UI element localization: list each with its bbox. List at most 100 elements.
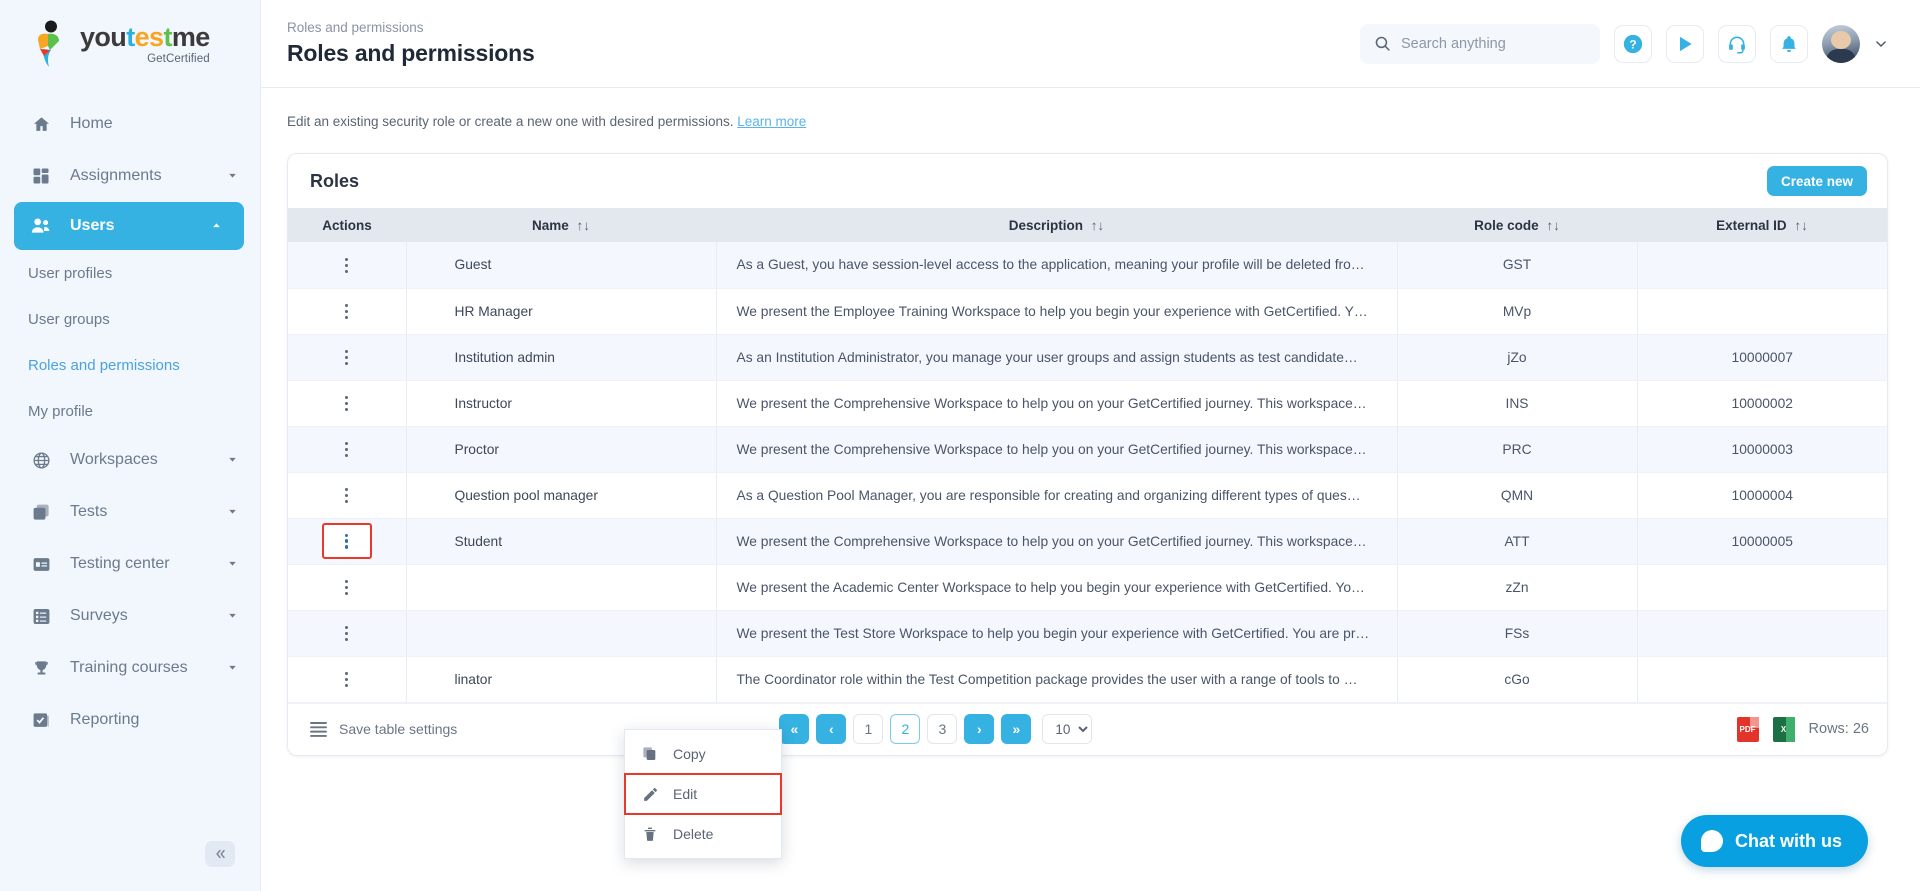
sidebar-item-reporting[interactable]: Reporting bbox=[0, 694, 260, 746]
sidebar-item-assignments[interactable]: Assignments bbox=[0, 150, 260, 202]
context-menu-item-edit[interactable]: Edit bbox=[624, 773, 782, 815]
sidebar-item-label: Workspaces bbox=[70, 451, 158, 468]
headset-icon[interactable] bbox=[1718, 24, 1756, 63]
context-menu-item-copy[interactable]: Copy bbox=[625, 734, 781, 774]
create-new-button[interactable]: Create new bbox=[1766, 166, 1867, 196]
column-header-role-code[interactable]: Role code ↑↓ bbox=[1397, 208, 1637, 242]
column-header-description[interactable]: Description ↑↓ bbox=[716, 208, 1397, 242]
cell-name: Instructor bbox=[405, 380, 716, 427]
assignments-icon bbox=[28, 165, 54, 187]
cell-name: Student bbox=[405, 518, 716, 565]
sidebar-item-tests[interactable]: Tests bbox=[0, 486, 260, 538]
sort-icon[interactable]: ↑↓ bbox=[577, 218, 591, 233]
help-icon[interactable]: ? bbox=[1614, 24, 1652, 63]
top-bar: Roles and permissions Roles and permissi… bbox=[260, 0, 1920, 88]
sidebar-item-roles-and-permissions[interactable]: Roles and permissions bbox=[0, 342, 260, 388]
search-box[interactable] bbox=[1360, 23, 1600, 64]
chevron-down-icon[interactable] bbox=[226, 453, 240, 467]
table-row[interactable]: Guest As a Guest, you have session-level… bbox=[288, 242, 1887, 289]
search-input[interactable] bbox=[1401, 35, 1586, 52]
chevron-down-icon[interactable] bbox=[226, 661, 240, 675]
play-icon[interactable] bbox=[1666, 24, 1704, 63]
sidebar-item-user-groups[interactable]: User groups bbox=[0, 296, 260, 342]
table-row[interactable]: HR Manager We present the Employee Train… bbox=[288, 288, 1887, 335]
bell-icon[interactable] bbox=[1770, 24, 1808, 63]
cell-role-code: QMN bbox=[1396, 472, 1637, 519]
chevron-down-icon[interactable] bbox=[1874, 37, 1888, 51]
pagination-page-3[interactable]: 3 bbox=[927, 714, 958, 744]
cell-description: We present the Comprehensive Workspace t… bbox=[715, 518, 1397, 565]
table-row[interactable]: We present the Academic Center Workspace… bbox=[288, 564, 1887, 611]
row-actions-menu-icon[interactable] bbox=[334, 573, 360, 603]
chevron-down-icon[interactable] bbox=[226, 609, 240, 623]
sidebar-item-label: Assignments bbox=[70, 167, 162, 184]
cell-name: Institution admin bbox=[405, 334, 716, 381]
pagination-page-2[interactable]: 2 bbox=[890, 714, 921, 744]
chat-with-us-button[interactable]: Chat with us bbox=[1681, 815, 1868, 867]
sidebar-item-training-courses[interactable]: Training courses bbox=[0, 642, 260, 694]
row-actions-cell bbox=[288, 518, 406, 565]
cell-name: linator bbox=[405, 656, 716, 703]
sort-icon[interactable]: ↑↓ bbox=[1794, 218, 1808, 233]
chat-bubble-icon bbox=[1701, 830, 1723, 852]
sort-icon[interactable]: ↑↓ bbox=[1546, 218, 1560, 233]
sidebar-collapse-button[interactable] bbox=[205, 841, 235, 867]
context-menu-item-delete[interactable]: Delete bbox=[625, 814, 781, 854]
table-row[interactable]: linator The Coordinator role within the … bbox=[288, 656, 1887, 703]
row-actions-menu-icon[interactable] bbox=[334, 481, 360, 511]
chat-label: Chat with us bbox=[1735, 830, 1842, 851]
table-row[interactable]: We present the Test Store Workspace to h… bbox=[288, 610, 1887, 657]
sidebar-item-label: Training courses bbox=[70, 659, 188, 676]
sidebar-item-users[interactable]: Users bbox=[14, 202, 244, 250]
pagination-page-1[interactable]: 1 bbox=[853, 714, 884, 744]
table-row[interactable]: Instructor We present the Comprehensive … bbox=[288, 380, 1887, 427]
cell-description: We present the Comprehensive Workspace t… bbox=[715, 380, 1397, 427]
learn-more-link[interactable]: Learn more bbox=[737, 114, 806, 129]
search-icon bbox=[1374, 35, 1391, 52]
table-row[interactable]: Proctor We present the Comprehensive Wor… bbox=[288, 426, 1887, 473]
sidebar-item-user-profiles[interactable]: User profiles bbox=[0, 250, 260, 296]
table-row[interactable]: Institution admin As an Institution Admi… bbox=[288, 334, 1887, 381]
breadcrumb-item[interactable]: Roles and permissions bbox=[287, 18, 535, 38]
row-actions-menu-icon[interactable] bbox=[334, 665, 360, 695]
column-header-external-id[interactable]: External ID ↑↓ bbox=[1637, 208, 1887, 242]
sidebar-item-testing-center[interactable]: Testing center bbox=[0, 538, 260, 590]
row-actions-menu-icon[interactable] bbox=[334, 619, 360, 649]
row-actions-menu-icon[interactable] bbox=[334, 250, 360, 280]
pagination-first-button[interactable]: « bbox=[779, 714, 810, 744]
chevron-up-icon[interactable] bbox=[210, 219, 224, 233]
chevron-down-icon[interactable] bbox=[226, 557, 240, 571]
export-pdf-icon[interactable]: PDF bbox=[1736, 716, 1759, 742]
sidebar-item-surveys[interactable]: Surveys bbox=[0, 590, 260, 642]
export-actions: PDF X Rows: 26 bbox=[1736, 716, 1869, 742]
export-excel-icon[interactable]: X bbox=[1772, 716, 1795, 742]
sort-icon[interactable]: ↑↓ bbox=[1091, 218, 1105, 233]
row-actions-cell bbox=[288, 426, 406, 473]
table-row[interactable]: Question pool manager As a Question Pool… bbox=[288, 472, 1887, 519]
avatar[interactable] bbox=[1822, 24, 1860, 63]
pagination-last-button[interactable]: » bbox=[1001, 714, 1032, 744]
row-actions-menu-icon-active[interactable] bbox=[321, 523, 372, 560]
brand-logo[interactable]: youtestme GetCertified bbox=[0, 0, 260, 88]
cell-external-id: 10000003 bbox=[1636, 426, 1887, 473]
pagination-prev-button[interactable]: ‹ bbox=[816, 714, 847, 744]
pagination-next-button[interactable]: › bbox=[964, 714, 995, 744]
reporting-icon bbox=[28, 709, 54, 731]
cell-external-id bbox=[1636, 656, 1887, 703]
table-row-selected[interactable]: Student We present the Comprehensive Wor… bbox=[288, 518, 1887, 565]
sidebar-item-workspaces[interactable]: Workspaces bbox=[0, 434, 260, 486]
chevron-down-icon[interactable] bbox=[226, 169, 240, 183]
sidebar-item-label: Users bbox=[70, 217, 115, 234]
chevron-down-icon[interactable] bbox=[226, 505, 240, 519]
row-actions-menu-icon[interactable] bbox=[334, 343, 360, 373]
column-header-name[interactable]: Name ↑↓ bbox=[406, 208, 716, 242]
cell-role-code: MVp bbox=[1396, 288, 1637, 335]
page-size-select[interactable]: 10 bbox=[1042, 714, 1093, 744]
save-table-settings-button[interactable]: Save table settings bbox=[310, 721, 457, 737]
page-subtitle: Edit an existing security role or create… bbox=[287, 114, 1888, 129]
row-actions-menu-icon[interactable] bbox=[334, 389, 360, 419]
row-actions-menu-icon[interactable] bbox=[334, 435, 360, 465]
sidebar-item-home[interactable]: Home bbox=[0, 98, 260, 150]
sidebar-item-my-profile[interactable]: My profile bbox=[0, 388, 260, 434]
row-actions-menu-icon[interactable] bbox=[334, 297, 360, 327]
